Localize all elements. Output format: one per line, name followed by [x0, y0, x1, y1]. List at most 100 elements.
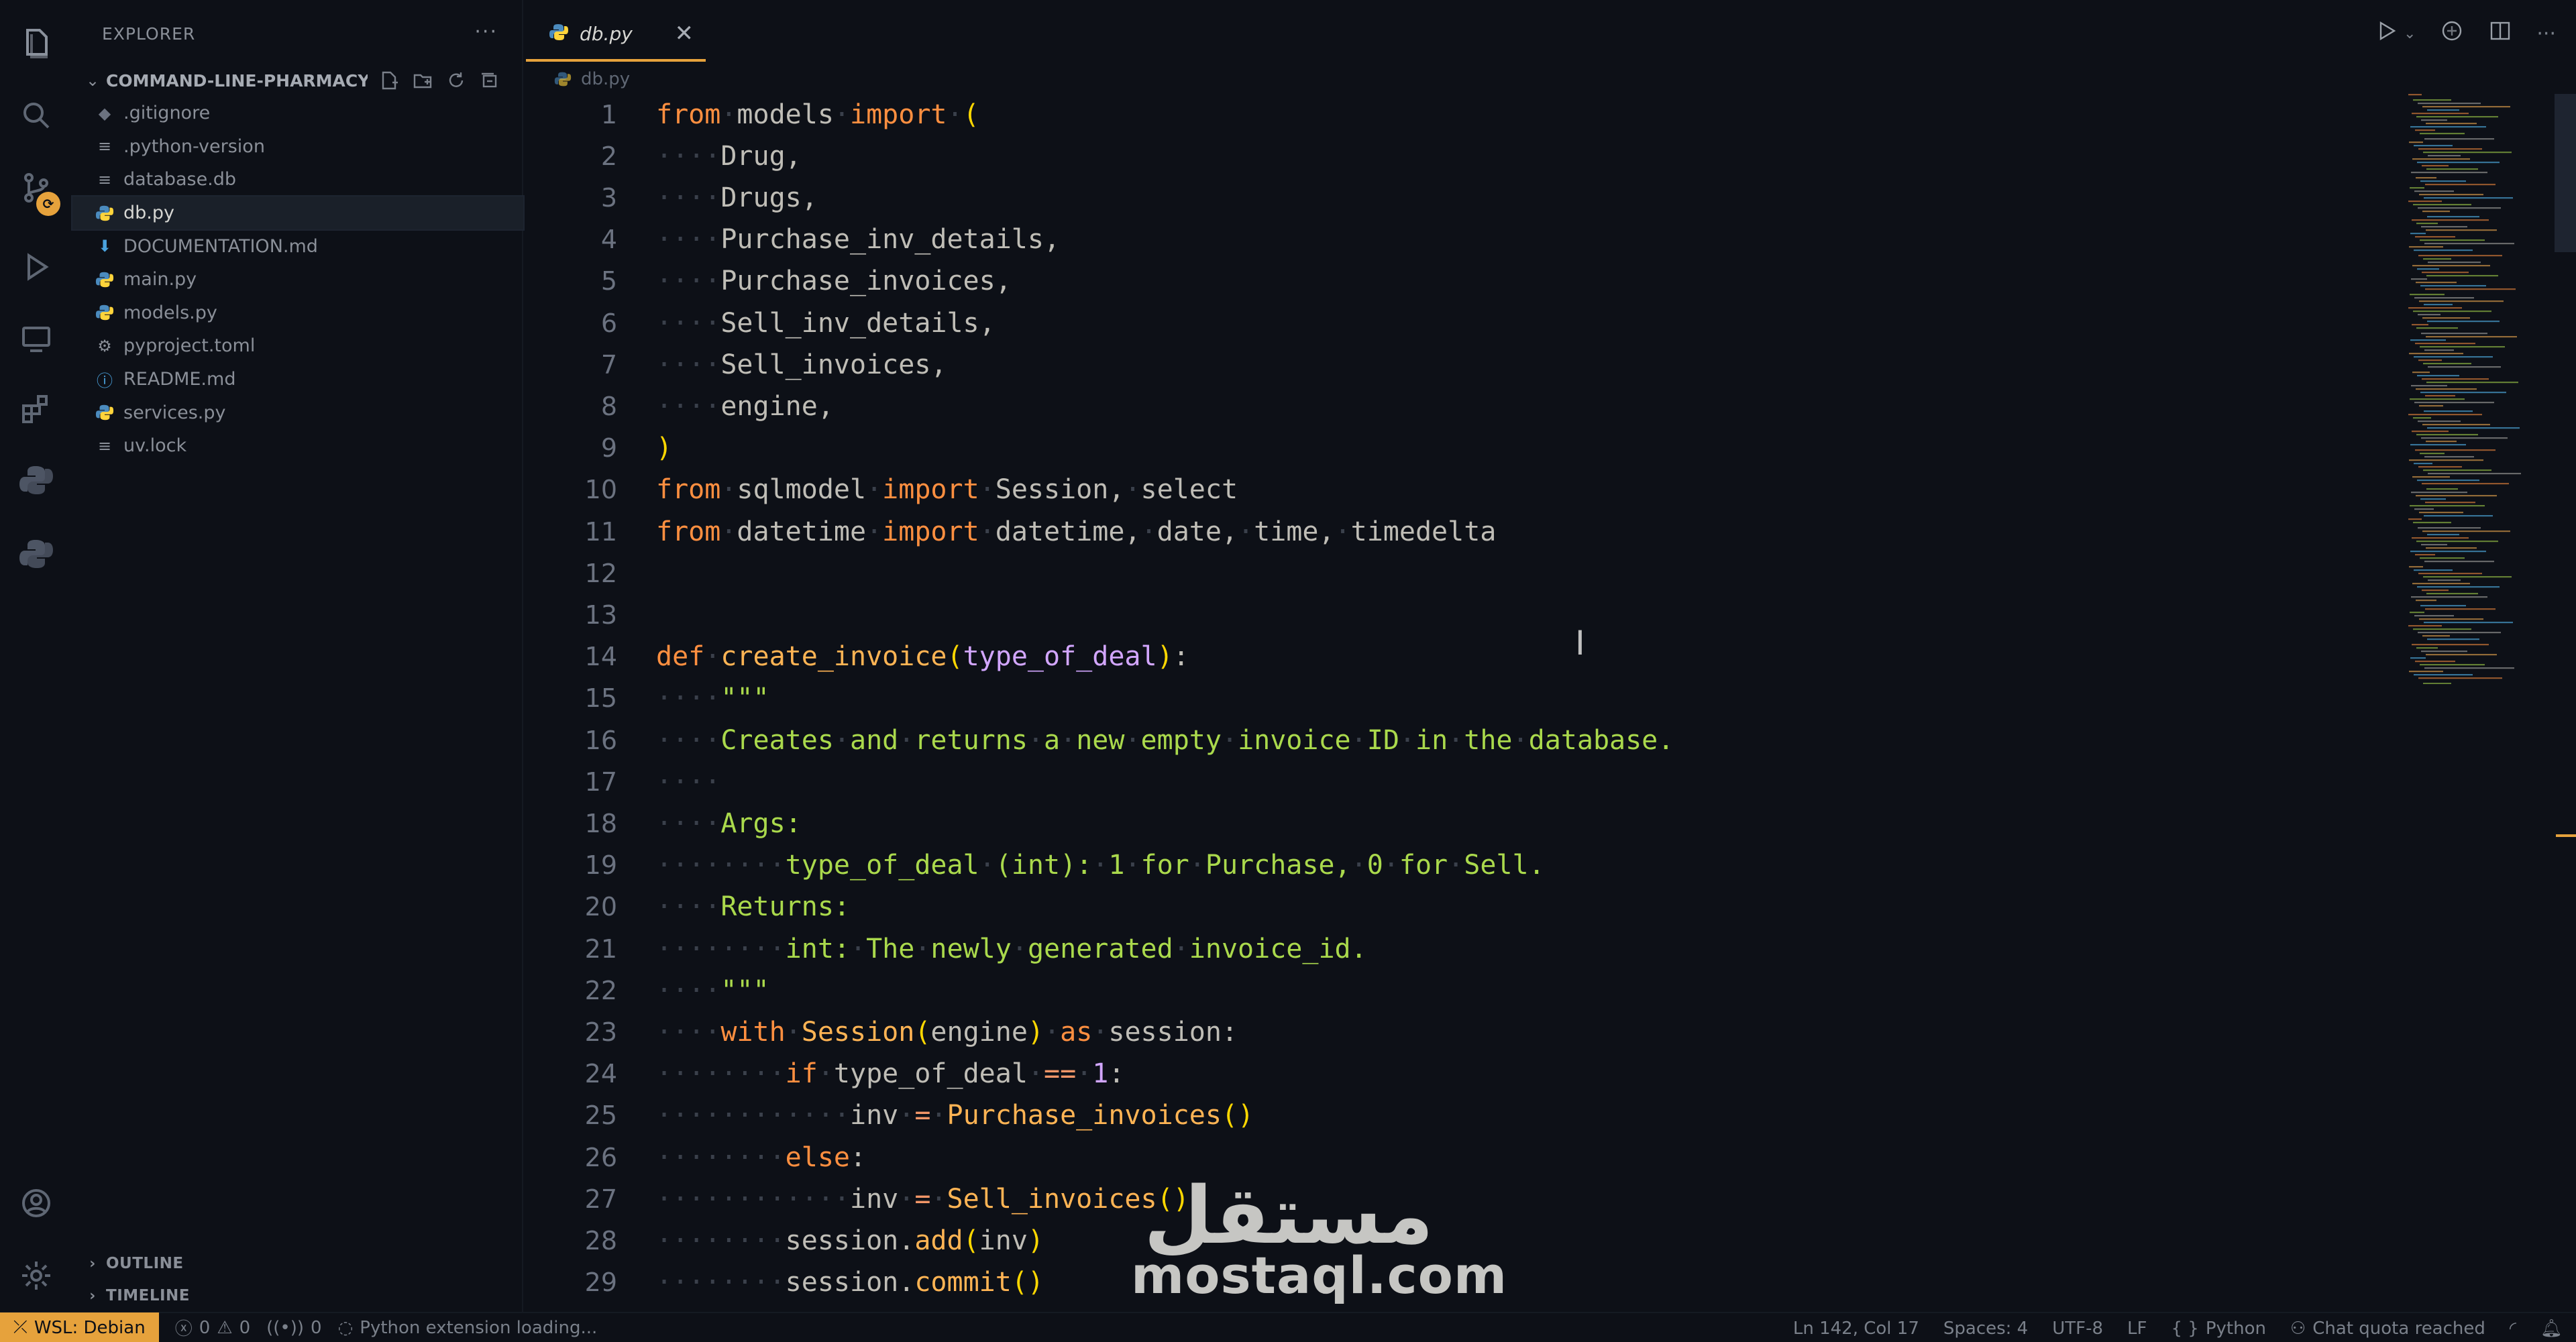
minimap-line — [2419, 618, 2483, 620]
code-line[interactable]: 17 ···· — [523, 761, 2388, 802]
code-line[interactable]: 9) — [523, 428, 2388, 469]
code-line[interactable]: 27 ············inv·=·Sell_invoices() — [523, 1178, 2388, 1219]
code-line[interactable]: 13 — [523, 594, 2388, 635]
minimap-line — [2412, 644, 2489, 646]
remote-explorer-icon[interactable] — [0, 303, 72, 376]
activity-bar: ⟳ — [0, 0, 72, 1312]
minimap[interactable] — [2402, 94, 2542, 1312]
sync-icon[interactable]: ◜ — [2510, 1319, 2516, 1339]
source-control-icon[interactable]: ⟳ — [0, 152, 72, 224]
chat-quota[interactable]: ⚇ Chat quota reached — [2290, 1319, 2485, 1339]
split-editor-icon[interactable] — [2488, 19, 2512, 48]
language-mode[interactable]: { } Python — [2171, 1319, 2265, 1339]
outline-section[interactable]: › OUTLINE — [72, 1249, 523, 1278]
close-icon[interactable]: ✕ — [675, 20, 694, 47]
minimap-line — [2420, 557, 2465, 559]
code-line[interactable]: 11 from·datetime·import·datetime,·date,·t… — [523, 511, 2388, 552]
code-line[interactable]: 20 ····Returns: — [523, 887, 2388, 928]
scrollbar-thumb[interactable] — [2555, 94, 2576, 252]
run-icon[interactable] — [2374, 19, 2398, 48]
breadcrumb[interactable]: db.py — [554, 67, 630, 91]
file-item-db-py[interactable]: db.py — [71, 194, 525, 231]
refresh-icon[interactable] — [444, 68, 468, 93]
extensions-icon[interactable] — [0, 373, 72, 445]
code-line[interactable]: 25 ············inv·=·Purchase_invoices() — [523, 1095, 2388, 1136]
editor-tab-bar: db.py ✕ ⌄ ··· — [523, 0, 2576, 64]
line-number: 4 — [600, 225, 617, 255]
file-item-uv-lock[interactable]: ≡ uv.lock — [72, 429, 523, 463]
code-line[interactable]: 21 ········int:·The·newly·generated·invoi… — [523, 928, 2388, 969]
file-item-pyproject-toml[interactable]: ⚙ pyproject.toml — [72, 329, 523, 363]
code-line[interactable]: 2 ····Drug, — [523, 135, 2388, 176]
minimap-line — [2409, 142, 2423, 144]
notifications-bell-icon[interactable]: 🔔︎ — [2540, 1319, 2563, 1339]
line-number: 23 — [584, 1017, 617, 1047]
account-icon[interactable] — [0, 1167, 72, 1239]
file-item-models-py[interactable]: models.py — [72, 296, 523, 330]
code-line[interactable]: 12 — [523, 553, 2388, 594]
minimap-line — [2408, 625, 2442, 627]
collapse-all-icon[interactable] — [478, 68, 502, 93]
code-line[interactable]: 7 ····Sell_invoices, — [523, 344, 2388, 385]
python-file-icon — [91, 299, 118, 326]
timeline-section[interactable]: › TIMELINE — [72, 1281, 523, 1310]
code-line[interactable]: 23 ····with·Session(engine)·as·session: — [523, 1011, 2388, 1052]
code-line[interactable]: 10 from·sqlmodel·import·Session,·select — [523, 469, 2388, 510]
python-icon[interactable] — [0, 444, 72, 516]
run-debug-icon[interactable] — [0, 231, 72, 303]
python-loading-status[interactable]: ◌ Python extension loading... — [338, 1318, 598, 1338]
code-line[interactable]: 26 ········else: — [523, 1137, 2388, 1178]
code-editor[interactable]: 1 from·models·import·(2 ····Drug, 3 ····Drug… — [523, 94, 2388, 1340]
code-line[interactable]: 16 ····Creates·and·returns·a·new·empty·in… — [523, 720, 2388, 761]
braces-icon: { } — [2171, 1318, 2199, 1339]
minimap-line — [2416, 223, 2438, 225]
minimap-line — [2425, 184, 2496, 186]
code-line[interactable]: 15 ····""" — [523, 678, 2388, 719]
minimap-line — [2418, 359, 2442, 361]
new-file-icon[interactable] — [377, 68, 401, 93]
file-item-services-py[interactable]: services.py — [72, 396, 523, 429]
problems-indicator[interactable]: ⓧ 0 ⚠ 0 — [175, 1315, 250, 1340]
file-item-python-version[interactable]: ≡ .python-version — [72, 130, 523, 164]
chevron-down-icon[interactable]: ⌄ — [2404, 25, 2416, 42]
code-line[interactable]: 14 def·create_invoice(type_of_deal): — [523, 636, 2388, 677]
explorer-more-actions[interactable]: ··· — [474, 20, 498, 44]
search-icon[interactable] — [0, 79, 72, 152]
new-folder-icon[interactable] — [411, 68, 435, 93]
minimap-line — [2420, 180, 2466, 182]
code-line[interactable]: 1 from·models·import·( — [523, 94, 2388, 135]
minimap-line — [2410, 612, 2424, 614]
tab-db-py[interactable]: db.py ✕ — [526, 8, 706, 62]
remote-indicator[interactable]: ⤫ WSL: Debian — [0, 1312, 159, 1342]
file-item-readme-md[interactable]: ⓘ README.md — [72, 363, 523, 396]
indentation[interactable]: Spaces: 4 — [1943, 1319, 2028, 1339]
minimap-line — [2416, 495, 2497, 497]
code-line[interactable]: 4 ····Purchase_inv_details, — [523, 219, 2388, 260]
code-line[interactable]: 19 ········type_of_deal·(int):·1·for·Purc… — [523, 845, 2388, 886]
code-line[interactable]: 24 ········if·type_of_deal·==·1: — [523, 1054, 2388, 1095]
python-environments-icon[interactable] — [0, 518, 72, 590]
file-name: .gitignore — [123, 103, 211, 124]
cursor-position[interactable]: Ln 142, Col 17 — [1793, 1319, 1919, 1339]
file-item-main-py[interactable]: main.py — [72, 263, 523, 296]
settings-gear-icon[interactable] — [0, 1239, 72, 1312]
code-line[interactable]: 5 ····Purchase_invoices, — [523, 261, 2388, 302]
encoding[interactable]: UTF-8 — [2052, 1319, 2103, 1339]
workspace-folder-header[interactable]: ⌄ COMMAND-LINE-PHARMACY-... — [72, 66, 523, 95]
code-line[interactable]: 22 ····""" — [523, 970, 2388, 1011]
file-name: models.py — [123, 302, 217, 323]
explorer-icon[interactable] — [0, 7, 72, 79]
code-line[interactable]: 8 ····engine, — [523, 386, 2388, 427]
code-line[interactable]: 3 ····Drugs, — [523, 177, 2388, 218]
minimap-line — [2411, 385, 2447, 387]
remote-icon: ⤫ — [13, 1317, 28, 1337]
file-item-gitignore[interactable]: ◆ .gitignore — [72, 97, 523, 130]
ports-indicator[interactable]: ((•)) 0 — [266, 1318, 321, 1338]
more-actions-icon[interactable]: ··· — [2536, 22, 2556, 46]
file-item-database-db[interactable]: ≡ database.db — [72, 163, 523, 197]
code-line[interactable]: 6 ····Sell_inv_details, — [523, 302, 2388, 343]
file-item-documentation-md[interactable]: ⬇ DOCUMENTATION.md — [72, 229, 523, 263]
line-ending[interactable]: LF — [2127, 1319, 2147, 1339]
code-line[interactable]: 18 ····Args: — [523, 803, 2388, 844]
copilot-icon[interactable] — [2440, 19, 2464, 48]
